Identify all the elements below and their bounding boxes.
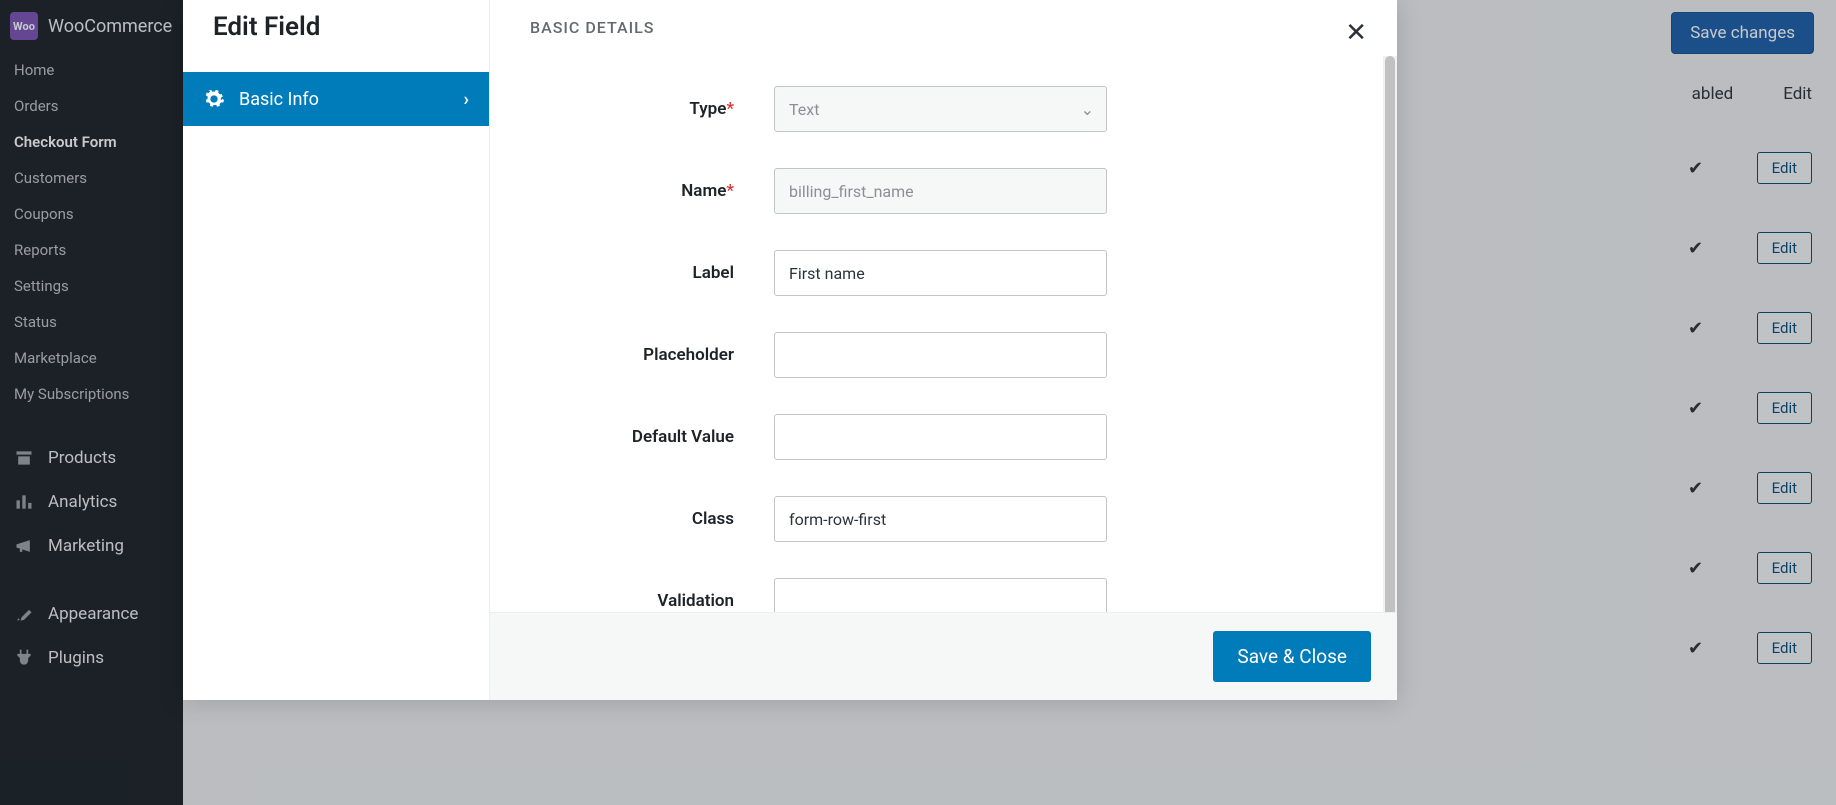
validation-input[interactable] — [774, 578, 1107, 612]
save-close-button[interactable]: Save & Close — [1213, 631, 1371, 682]
modal-title: Edit Field — [183, 0, 489, 72]
chevron-down-icon: ⌄ — [1081, 100, 1094, 119]
default-value-input[interactable] — [774, 414, 1107, 460]
type-value: Text — [789, 100, 819, 119]
type-select[interactable]: Text ⌄ — [774, 86, 1107, 132]
tab-basic-info-label: Basic Info — [239, 89, 450, 110]
edit-field-modal: Edit Field Basic Info › BASIC DETAILS ✕ … — [183, 0, 1397, 700]
close-button[interactable]: ✕ — [1341, 18, 1371, 48]
type-label: Type — [689, 99, 726, 119]
label-label: Label — [530, 263, 774, 283]
class-input[interactable] — [774, 496, 1107, 542]
gear-icon — [203, 88, 225, 110]
default-value-label: Default Value — [530, 427, 774, 447]
section-title: BASIC DETAILS — [530, 18, 654, 37]
label-input[interactable] — [774, 250, 1107, 296]
name-label: Name — [681, 181, 726, 201]
placeholder-input[interactable] — [774, 332, 1107, 378]
modal-sidebar: Edit Field Basic Info › — [183, 0, 490, 700]
modal-content: BASIC DETAILS ✕ Type* Text ⌄ Name* — [490, 0, 1397, 700]
class-label: Class — [530, 509, 774, 529]
scrollbar-thumb[interactable] — [1385, 56, 1395, 612]
name-input — [774, 168, 1107, 214]
tab-basic-info[interactable]: Basic Info › — [183, 72, 489, 126]
chevron-right-icon: › — [464, 89, 469, 110]
scrollbar[interactable] — [1383, 56, 1397, 612]
validation-label: Validation — [530, 591, 774, 611]
placeholder-label: Placeholder — [530, 345, 774, 365]
